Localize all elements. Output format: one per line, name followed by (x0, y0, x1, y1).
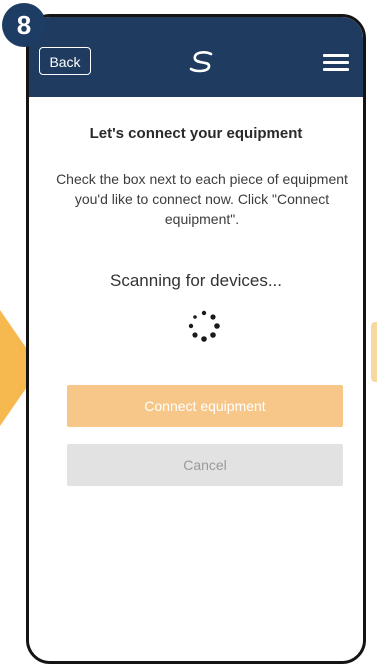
phone-frame: Back Let's connect your equipment Check … (26, 14, 366, 664)
connect-equipment-button[interactable]: Connect equipment (67, 385, 343, 427)
page-title: Let's connect your equipment (89, 125, 303, 142)
main-content: Let's connect your equipment Check the b… (29, 97, 363, 661)
instruction-line: Check the box next to each piece of equi… (56, 171, 348, 187)
back-button[interactable]: Back (39, 47, 91, 75)
loading-spinner-icon (188, 310, 220, 342)
hamburger-menu-icon[interactable] (323, 54, 349, 71)
instructions-text: Check the box next to each piece of equi… (29, 169, 363, 229)
app-header: Back (29, 17, 363, 97)
scan-status-text: Scanning for devices... (110, 271, 282, 290)
instruction-line: equipment". (164, 211, 240, 227)
right-arrow-icon (371, 322, 377, 382)
cancel-button[interactable]: Cancel (67, 444, 343, 486)
instruction-line: you'd like to connect now. Click "Connec… (74, 191, 330, 207)
salus-logo-icon[interactable] (187, 51, 217, 73)
step-number-badge: 8 (2, 3, 46, 47)
